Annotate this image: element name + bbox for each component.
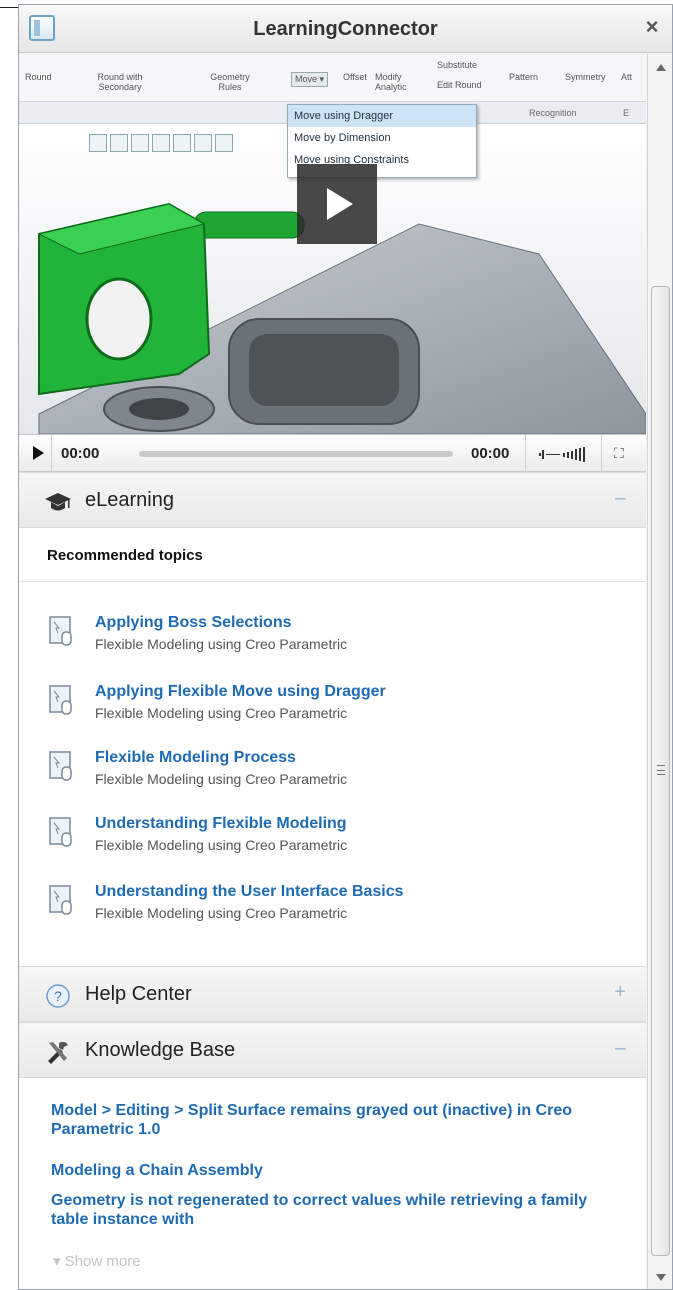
ribbon-group-label: E	[623, 108, 630, 118]
fullscreen-icon[interactable]: ⛶	[614, 445, 624, 462]
topic-item[interactable]: Applying Boss Selections Flexible Modeli…	[19, 610, 646, 666]
recommended-topics-label: Recommended topics	[47, 547, 203, 564]
total-time: 00:00	[471, 445, 510, 462]
tutorial-icon	[49, 685, 72, 715]
vertical-scrollbar[interactable]	[647, 54, 672, 1289]
knowledge-base-section-header[interactable]: Knowledge Base –	[19, 1022, 646, 1078]
tutorial-icon	[49, 751, 72, 781]
tutorial-icon	[49, 885, 72, 915]
question-mark-icon: ?	[46, 984, 70, 1008]
topic-item[interactable]: Flexible Modeling Process Flexible Model…	[19, 745, 646, 801]
topic-subtitle: Flexible Modeling using Creo Parametric	[95, 636, 348, 652]
zoom-fit-icon	[89, 134, 107, 152]
scrollbar-grip-icon	[657, 765, 665, 775]
close-button[interactable]: ×	[640, 15, 664, 39]
topic-subtitle: Flexible Modeling using Creo Parametric	[95, 771, 348, 787]
view-toolbar	[89, 134, 289, 156]
control-divider	[51, 435, 52, 473]
graduation-cap-icon	[45, 493, 71, 511]
zoom-out-icon	[131, 134, 149, 152]
scroll-up-arrow-icon[interactable]	[656, 64, 666, 71]
current-time: 00:00	[61, 445, 100, 462]
knowledge-base-title: Knowledge Base	[85, 1039, 236, 1061]
seek-bar[interactable]	[139, 451, 453, 457]
display-style-icon	[215, 134, 233, 152]
elearning-title: eLearning	[85, 489, 174, 511]
menu-item-move-by-dimension: Move by Dimension	[294, 132, 391, 144]
ribbon-label: Round with Secondary	[97, 72, 143, 92]
topic-title-link[interactable]: Applying Flexible Move using Dragger	[95, 683, 386, 701]
ribbon-toolbar: Round Round with Secondary Geometry Rule…	[19, 54, 646, 102]
topic-item[interactable]: Applying Flexible Move using Dragger Fle…	[19, 679, 646, 735]
tutorial-icon	[49, 616, 72, 646]
ribbon-label: Modify Analytic	[375, 72, 407, 92]
ribbon-label: Edit Round	[437, 80, 482, 90]
elearning-section-header[interactable]: eLearning –	[19, 472, 646, 528]
control-divider	[601, 435, 602, 473]
scroll-down-arrow-icon[interactable]	[656, 1274, 666, 1281]
ribbon-label: Geometry Rules	[210, 72, 250, 92]
play-button[interactable]	[33, 446, 44, 460]
ribbon-label: Move ▾	[291, 72, 329, 87]
menu-item-move-using-dragger: Move using Dragger	[288, 105, 476, 127]
play-overlay-button[interactable]	[297, 164, 377, 244]
learning-connector-window: LearningConnector × Round Round with Sec…	[18, 4, 673, 1290]
view-cube-icon	[173, 134, 191, 152]
ribbon-group-label: Recognition	[529, 108, 577, 118]
window-title: LearningConnector	[253, 18, 438, 40]
topic-title-link[interactable]: Understanding Flexible Modeling	[95, 815, 347, 833]
refit-icon	[152, 134, 170, 152]
tutorial-icon	[49, 817, 72, 847]
topic-title-link[interactable]: Applying Boss Selections	[95, 614, 291, 632]
topic-subtitle: Flexible Modeling using Creo Parametric	[95, 705, 348, 721]
topic-item[interactable]: Understanding Flexible Modeling Flexible…	[19, 811, 646, 867]
ribbon-label: Round	[25, 72, 52, 82]
topic-subtitle: Flexible Modeling using Creo Parametric	[95, 905, 348, 921]
volume-slider-icon[interactable]	[539, 446, 591, 462]
topic-subtitle: Flexible Modeling using Creo Parametric	[95, 837, 348, 853]
help-center-title: Help Center	[85, 983, 192, 1005]
title-bar: LearningConnector ×	[19, 5, 672, 53]
topic-title-link[interactable]: Understanding the User Interface Basics	[95, 883, 404, 901]
zoom-in-icon	[110, 134, 128, 152]
help-center-section-header[interactable]: ? Help Center +	[19, 966, 646, 1022]
control-divider	[525, 435, 526, 473]
elearning-collapse-toggle[interactable]: –	[615, 487, 626, 510]
knowledge-base-collapse-toggle[interactable]: –	[615, 1037, 626, 1060]
svg-text:?: ?	[54, 988, 62, 1004]
show-more-link[interactable]: ▾ Show more	[53, 1252, 141, 1270]
kb-article-link[interactable]: Geometry is not regenerated to correct v…	[51, 1191, 626, 1229]
ribbon-label: Pattern	[509, 72, 539, 82]
tools-icon	[48, 1041, 68, 1064]
recommended-topics-header: Recommended topics	[19, 528, 646, 582]
topic-item[interactable]: Understanding the User Interface Basics …	[19, 879, 646, 935]
content-pane: Round Round with Secondary Geometry Rule…	[19, 54, 646, 1289]
ribbon-label: Substitute	[437, 60, 478, 70]
video-player[interactable]: Round Round with Secondary Geometry Rule…	[19, 54, 646, 434]
saved-views-icon	[194, 134, 212, 152]
scrollbar-thumb[interactable]	[651, 286, 670, 1256]
ribbon-label: Symmetry	[565, 72, 606, 82]
topic-title-link[interactable]: Flexible Modeling Process	[95, 749, 296, 767]
help-center-expand-toggle[interactable]: +	[614, 981, 626, 1004]
ribbon-label: Att	[621, 72, 633, 82]
video-controls: 00:00 00:00 ⛶	[19, 434, 646, 473]
kb-article-link[interactable]: Modeling a Chain Assembly	[51, 1161, 626, 1180]
kb-article-link[interactable]: Model > Editing > Split Surface remains …	[51, 1101, 626, 1139]
ribbon-label: Offset	[343, 72, 367, 82]
